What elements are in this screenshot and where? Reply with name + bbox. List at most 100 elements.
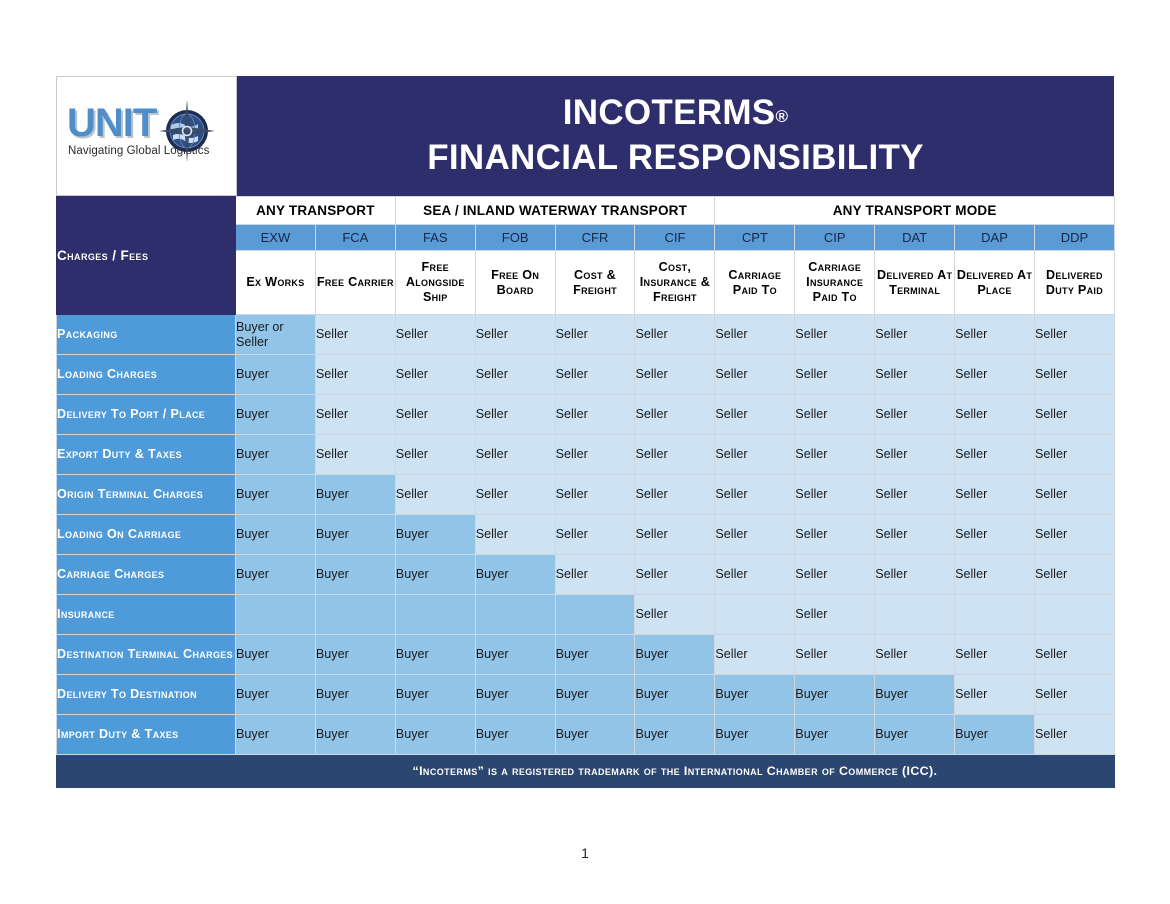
cell-5-cif: Seller <box>634 514 716 555</box>
cell-3-cip: Seller <box>794 434 876 475</box>
cell-1-cfr: Seller <box>554 354 636 395</box>
group-header-row: Charges / Fees ANY TRANSPORT SEA / INLAND … <box>56 196 1115 315</box>
cell-7-dat <box>874 594 956 635</box>
incoterm-name-fob: Free On Board <box>474 250 556 315</box>
row-label: Delivery To Destination <box>56 674 236 715</box>
incoterm-code-fob[interactable]: FOB <box>474 224 556 251</box>
cell-6-dat: Seller <box>874 554 956 595</box>
cell-7-fca <box>314 594 396 635</box>
cell-10-cif: Buyer <box>634 714 716 755</box>
cell-8-cpt: Seller <box>714 634 796 675</box>
cell-7-exw <box>235 594 316 635</box>
incoterm-name-fca: Free Carrier <box>314 250 396 315</box>
cell-8-dap: Seller <box>954 634 1035 675</box>
row-label: Packaging <box>56 314 236 355</box>
cell-4-dat: Seller <box>874 474 956 515</box>
incoterm-code-fca[interactable]: FCA <box>314 224 396 251</box>
cell-2-cfr: Seller <box>554 394 636 435</box>
cell-3-cfr: Seller <box>554 434 636 475</box>
row-label: Origin Terminal Charges <box>56 474 236 515</box>
cell-9-dat: Buyer <box>874 674 956 715</box>
cell-4-cpt: Seller <box>714 474 796 515</box>
cell-1-fca: Seller <box>314 354 396 395</box>
incoterm-code-cpt[interactable]: CPT <box>714 224 796 251</box>
incoterm-name-cfr: Cost & Freight <box>554 250 636 315</box>
cell-6-ddp: Seller <box>1033 554 1115 595</box>
incoterm-code-dat[interactable]: DAT <box>874 224 956 251</box>
cell-4-fas: Seller <box>394 474 476 515</box>
incoterms-table: Charges / Fees ANY TRANSPORT SEA / INLAND … <box>56 196 1115 788</box>
trademark-note: “Incoterms” is a registered trademark of… <box>235 754 1115 788</box>
cell-6-cpt: Seller <box>714 554 796 595</box>
table-row: Packaging Buyer or Seller Seller Seller Sell… <box>56 314 1115 355</box>
cell-4-cfr: Seller <box>554 474 636 515</box>
cell-2-cip: Seller <box>794 394 876 435</box>
cell-1-cif: Seller <box>634 354 716 395</box>
cell-3-ddp: Seller <box>1033 434 1115 475</box>
cell-9-fas: Buyer <box>394 674 476 715</box>
cell-0-fas: Seller <box>394 314 476 355</box>
cell-4-fca: Buyer <box>314 474 396 515</box>
cell-3-cpt: Seller <box>714 434 796 475</box>
registered-mark: ® <box>775 107 789 126</box>
cell-10-dat: Buyer <box>874 714 956 755</box>
cell-9-fob: Buyer <box>474 674 556 715</box>
incoterm-name-ddp: Delivered Duty Paid <box>1033 250 1115 315</box>
cell-6-cip: Seller <box>794 554 876 595</box>
logo-box: UNIT Navigating Global Logistics <box>56 76 237 196</box>
cell-1-cpt: Seller <box>714 354 796 395</box>
incoterms-sheet: UNIT Navigating Global Logistics INCOTER… <box>56 76 1115 788</box>
incoterm-code-cif[interactable]: CIF <box>634 224 716 251</box>
incoterm-name-exw: Ex Works <box>235 250 316 315</box>
cell-6-fca: Buyer <box>314 554 396 595</box>
incoterm-code-cip[interactable]: CIP <box>794 224 876 251</box>
incoterm-code-ddp[interactable]: DDP <box>1033 224 1115 251</box>
incoterm-code-fas[interactable]: FAS <box>394 224 476 251</box>
cell-8-dat: Seller <box>874 634 956 675</box>
cell-10-cpt: Buyer <box>714 714 796 755</box>
cell-3-dap: Seller <box>954 434 1035 475</box>
cell-7-cfr <box>554 594 636 635</box>
cell-6-cfr: Seller <box>554 554 636 595</box>
incoterm-name-cif: Cost, Insurance & Freight <box>634 250 716 315</box>
cell-8-cif: Buyer <box>634 634 716 675</box>
incoterm-name-dap: Delivered At Place <box>954 250 1035 315</box>
table-row: Loading Charges Buyer Seller Seller Seller Se… <box>56 354 1115 395</box>
transport-group-0: ANY TRANSPORT <box>235 196 396 225</box>
cell-1-dap: Seller <box>954 354 1035 395</box>
table-row: Export Duty & Taxes Buyer Seller Seller Sell… <box>56 434 1115 475</box>
cell-9-exw: Buyer <box>235 674 316 715</box>
cell-8-ddp: Seller <box>1033 634 1115 675</box>
cell-7-cpt <box>714 594 796 635</box>
incoterm-name-fas: Free Alongside Ship <box>394 250 476 315</box>
title-incoterms: INCOTERMS <box>562 93 776 132</box>
cell-8-cfr: Buyer <box>554 634 636 675</box>
table-row: Carriage Charges Buyer Buyer Buyer Buyer Sell… <box>56 554 1115 595</box>
cell-5-cip: Seller <box>794 514 876 555</box>
cell-9-dap: Seller <box>954 674 1035 715</box>
cell-5-fas: Buyer <box>394 514 476 555</box>
sheet-header-band: UNIT Navigating Global Logistics INCOTER… <box>56 76 1114 196</box>
cell-10-fob: Buyer <box>474 714 556 755</box>
incoterm-code-exw[interactable]: EXW <box>235 224 316 251</box>
incoterm-name-cpt: Carriage Paid To <box>714 250 796 315</box>
cell-6-fas: Buyer <box>394 554 476 595</box>
incoterm-code-cfr[interactable]: CFR <box>554 224 636 251</box>
page-canvas: UNIT Navigating Global Logistics INCOTER… <box>0 0 1170 904</box>
cell-5-fob: Seller <box>474 514 556 555</box>
row-label: Carriage Charges <box>56 554 236 595</box>
cell-2-cif: Seller <box>634 394 716 435</box>
cell-6-dap: Seller <box>954 554 1035 595</box>
cell-2-dap: Seller <box>954 394 1035 435</box>
transport-group-2: ANY TRANSPORT MODE <box>714 196 1115 225</box>
table-row: Import Duty & Taxes Buyer Buyer Buyer Buyer B… <box>56 714 1115 755</box>
cell-5-fca: Buyer <box>314 514 396 555</box>
incoterm-code-dap[interactable]: DAP <box>954 224 1035 251</box>
row-label: Insurance <box>56 594 236 635</box>
row-label: Loading On Carriage <box>56 514 236 555</box>
cell-6-exw: Buyer <box>235 554 316 595</box>
cell-10-ddp: Seller <box>1033 714 1115 755</box>
cell-2-fas: Seller <box>394 394 476 435</box>
cell-0-fob: Seller <box>474 314 556 355</box>
row-label: Export Duty & Taxes <box>56 434 236 475</box>
